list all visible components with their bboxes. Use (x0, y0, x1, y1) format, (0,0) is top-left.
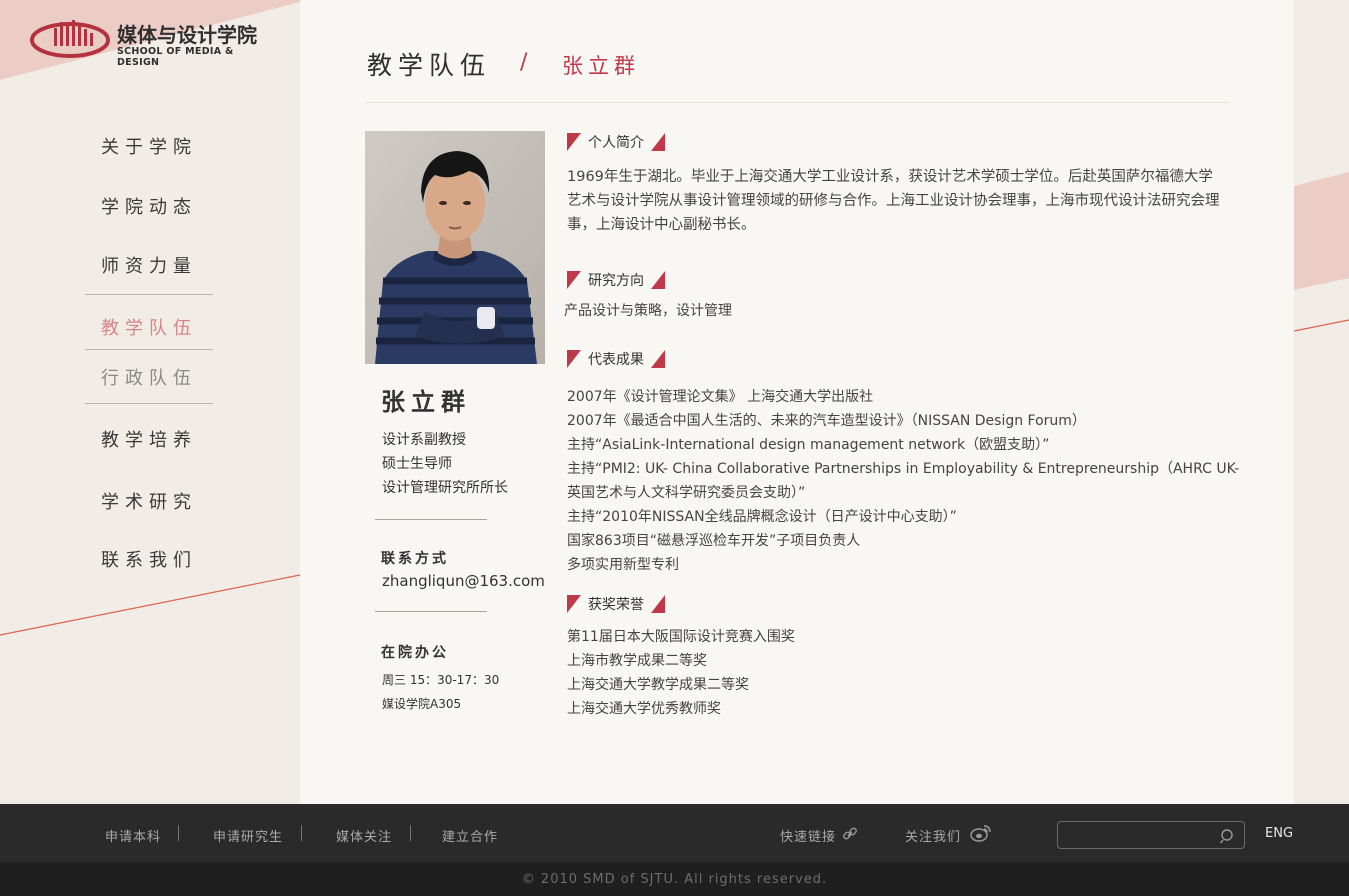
works-item: 多项实用新型专利 (567, 557, 679, 573)
intro-text: 1969年生于湖北。毕业于上海交通大学工业设计系，获设计艺术学硕士学位。后赴英国… (567, 169, 1220, 233)
flag-left-icon (567, 595, 581, 613)
footer-link-undergrad[interactable]: 申请本科 (105, 826, 161, 845)
flag-right-icon (651, 350, 665, 368)
flag-right-icon (651, 133, 665, 151)
nav-item-education[interactable]: 教学培养 (85, 426, 213, 452)
contact-label: 联系方式 (381, 551, 449, 567)
section-heading-label: 研究方向 (588, 273, 644, 289)
main-content: 教学队伍 / 张立群 张立群 设计系副教授 硕士生导师 设计管理研究所所长 联系… (300, 0, 1294, 804)
sidebar: 媒体与设计学院 SCHOOL OF MEDIA & DESIGN 关于学院 学院… (0, 0, 300, 804)
section-heading-works: 代表成果 (567, 349, 767, 369)
follow-us-label[interactable]: 关注我们 (905, 826, 961, 845)
flag-right-icon (651, 271, 665, 289)
profile-photo (365, 131, 545, 364)
flag-left-icon (567, 271, 581, 289)
nav-item-faculty[interactable]: 师资力量 (85, 252, 213, 278)
card-divider (375, 611, 487, 612)
research-text: 产品设计与策略，设计管理 (564, 303, 732, 319)
logo-english-name: SCHOOL OF MEDIA & DESIGN (117, 46, 234, 68)
breadcrumb-current: 张立群 (562, 54, 640, 78)
office-room: 媒设学院A305 (382, 697, 462, 711)
footer-link-media[interactable]: 媒体关注 (336, 826, 392, 845)
logo-mark-icon (30, 20, 110, 58)
weibo-icon[interactable] (970, 823, 992, 843)
professor-title: 硕士生导师 (382, 456, 452, 472)
award-item: 上海市教学成果二等奖 (567, 653, 707, 669)
section-heading-label: 代表成果 (588, 352, 644, 368)
footer: 申请本科 申请研究生 媒体关注 建立合作 快速链接 关注我们 ENG (0, 804, 1349, 862)
nav-item-admin-staff[interactable]: 行政队伍 (85, 364, 213, 390)
copyright-bar: © 2010 SMD of SJTU. All rights reserved. (0, 862, 1349, 896)
right-background-decoration (1294, 0, 1349, 804)
works-item: 2007年《最适合中国人生活的、未来的汽车造型设计》（NISSAN Design… (567, 413, 1086, 429)
works-item: 2007年《设计管理论文集》 上海交通大学出版社 (567, 389, 874, 405)
card-divider (375, 519, 487, 520)
nav-item-teaching-staff[interactable]: 教学队伍 (85, 314, 213, 340)
nav-item-news[interactable]: 学院动态 (85, 193, 213, 219)
footer-link-cooperation[interactable]: 建立合作 (442, 826, 498, 845)
works-item: 主持“2010年NISSAN全线品牌概念设计（日产设计中心支助）” (567, 509, 957, 525)
professor-name: 张立群 (381, 388, 471, 416)
nav-divider (85, 349, 213, 350)
nav-divider (85, 294, 213, 295)
language-toggle[interactable]: ENG (1265, 826, 1293, 841)
search-box (1057, 821, 1245, 849)
section-heading-label: 获奖荣誉 (588, 597, 644, 613)
section-heading-label: 个人简介 (588, 135, 644, 151)
page-title: 教学队伍 (367, 51, 492, 80)
section-heading-research: 研究方向 (567, 270, 767, 290)
professor-title: 设计系副教授 (382, 432, 466, 448)
award-item: 第11届日本大阪国际设计竞赛入围奖 (567, 629, 795, 645)
footer-link-graduate[interactable]: 申请研究生 (213, 826, 283, 845)
copyright-text: © 2010 SMD of SJTU. All rights reserved. (521, 872, 828, 887)
professor-title: 设计管理研究所所长 (382, 480, 508, 496)
quick-links-label[interactable]: 快速链接 (780, 826, 836, 845)
link-icon[interactable] (842, 826, 858, 842)
section-heading-intro: 个人简介 (567, 132, 767, 152)
footer-separator (178, 825, 179, 841)
flag-left-icon (567, 350, 581, 368)
logo-chinese-name: 媒体与设计学院 (117, 23, 257, 47)
section-heading-awards: 获奖荣誉 (567, 594, 767, 614)
nav-item-about[interactable]: 关于学院 (85, 133, 213, 159)
award-item: 上海交通大学教学成果二等奖 (567, 677, 749, 693)
award-item: 上海交通大学优秀教师奖 (567, 701, 721, 717)
nav-item-research[interactable]: 学术研究 (85, 488, 213, 514)
search-icon[interactable] (1220, 828, 1236, 844)
office-label: 在院办公 (381, 645, 449, 661)
works-item: 国家863项目“磁悬浮巡检车开发”子项目负责人 (567, 533, 861, 549)
nav-item-contact[interactable]: 联系我们 (85, 546, 213, 572)
footer-separator (301, 825, 302, 841)
school-logo[interactable]: 媒体与设计学院 SCHOOL OF MEDIA & DESIGN (30, 16, 270, 68)
footer-separator (410, 825, 411, 841)
nav-divider (85, 403, 213, 404)
works-item: 主持“PMI2: UK- China Collaborative Partner… (567, 461, 1240, 477)
search-input[interactable] (1066, 826, 1216, 844)
flag-right-icon (651, 595, 665, 613)
sidebar-background-decoration (0, 0, 300, 636)
works-item: 英国艺术与人文科学研究委员会支助）” (567, 485, 806, 501)
office-hours: 周三 15：30-17：30 (382, 673, 500, 687)
flag-left-icon (567, 133, 581, 151)
contact-email[interactable]: zhangliqun@163.com (382, 572, 545, 590)
works-item: 主持“AsiaLink-International design managem… (567, 437, 1050, 453)
breadcrumb-separator: / (520, 50, 528, 75)
title-divider (365, 102, 1228, 103)
